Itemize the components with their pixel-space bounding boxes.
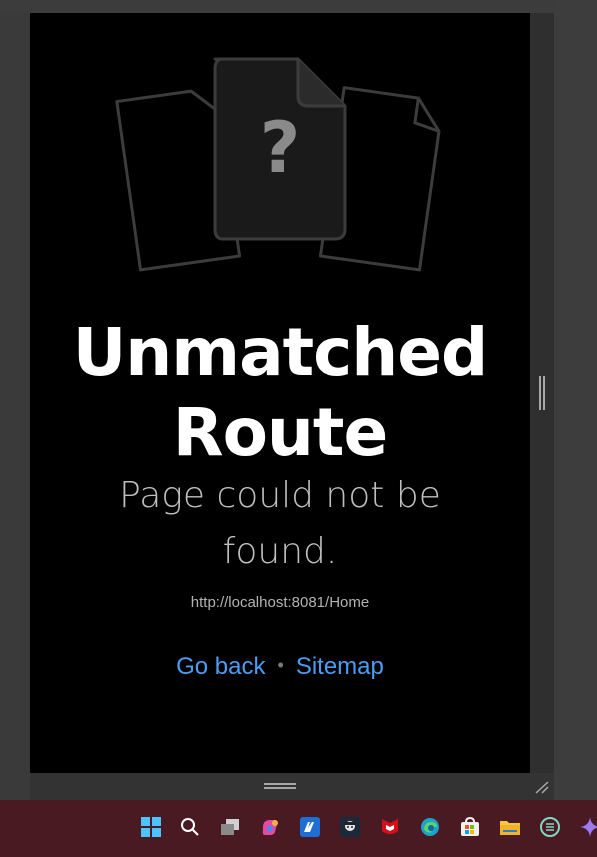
store-icon[interactable] (459, 816, 481, 838)
gemini-icon[interactable] (579, 816, 597, 838)
page-subtitle: Page could not be found. (119, 475, 441, 572)
task-view-icon[interactable] (219, 816, 241, 838)
file-explorer-icon[interactable] (499, 816, 521, 838)
edge-icon[interactable] (419, 816, 441, 838)
vertical-resize-handle[interactable] (538, 376, 545, 410)
windows-start-icon[interactable] (140, 816, 162, 838)
sitemap-link[interactable]: Sitemap (296, 653, 384, 680)
link-separator: • (277, 655, 284, 675)
search-icon[interactable] (179, 816, 201, 838)
nav-links: Go back • Sitemap (30, 653, 530, 681)
window-frame-right (554, 0, 597, 800)
window-frame-top (0, 0, 597, 13)
mcafee-icon[interactable] (379, 816, 401, 838)
copilot-icon[interactable] (259, 816, 281, 838)
route-url: http://localhost:8081/Home (190, 594, 370, 611)
horizontal-resize-handle[interactable] (264, 783, 296, 790)
corner-resize-grip-icon[interactable] (534, 780, 550, 794)
pirate-icon[interactable] (339, 816, 361, 838)
question-mark-icon: ? (259, 107, 301, 189)
chatgpt-icon[interactable] (539, 816, 561, 838)
app-icon[interactable] (299, 816, 321, 838)
app-viewport: ? Unmatched Route Page could not be foun… (30, 13, 530, 773)
go-back-link[interactable]: Go back (176, 653, 265, 680)
page-title: Unmatched Route (72, 314, 489, 471)
